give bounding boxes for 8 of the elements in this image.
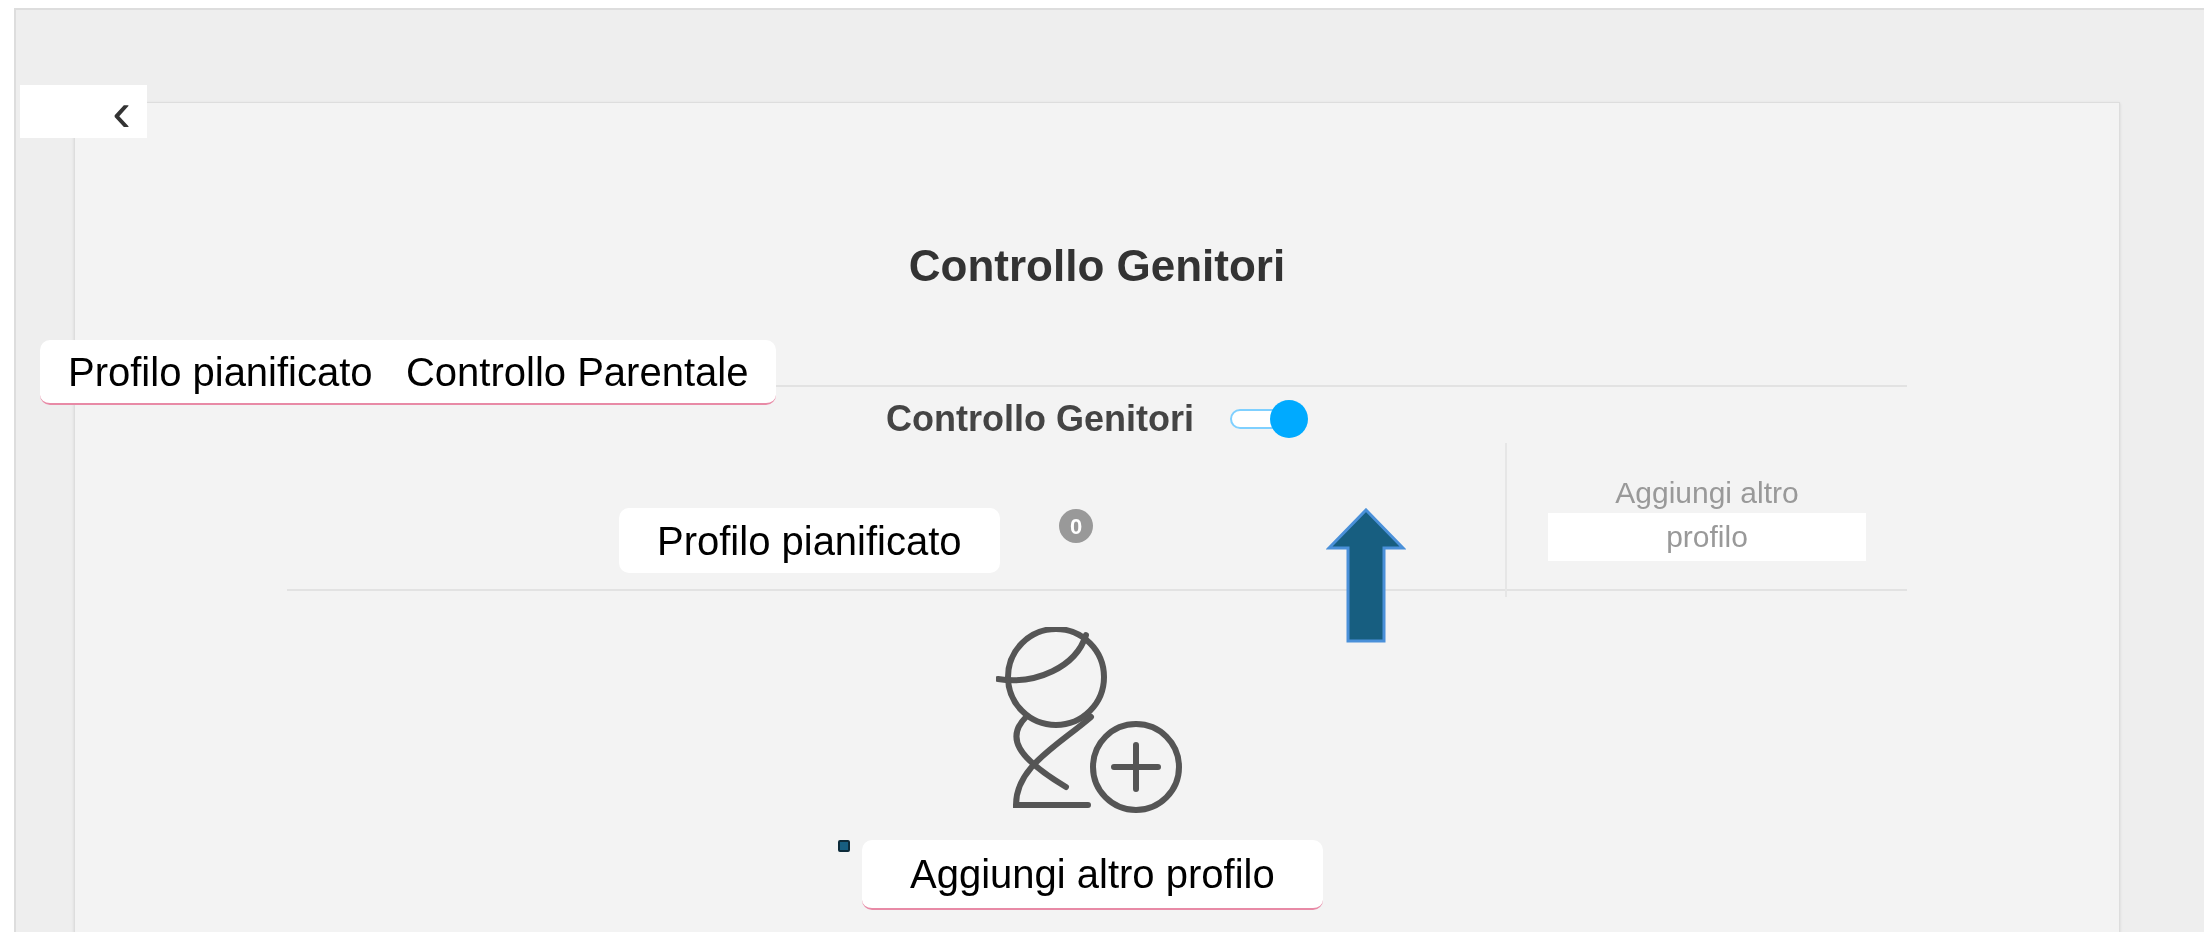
parental-control-toggle[interactable]	[1230, 400, 1308, 438]
annotation-label: Profilo pianificato	[619, 508, 1000, 573]
page-title: Controllo Genitori	[908, 240, 1286, 292]
count-badge: 0	[1059, 509, 1093, 543]
annotation-label: Profilo pianificato Controllo Parentale	[40, 340, 777, 405]
back-button[interactable]: ‹	[20, 85, 147, 138]
toggle-label: Controllo Genitori	[886, 397, 1194, 441]
annotation-label: Aggiungi altro profilo	[862, 840, 1323, 910]
